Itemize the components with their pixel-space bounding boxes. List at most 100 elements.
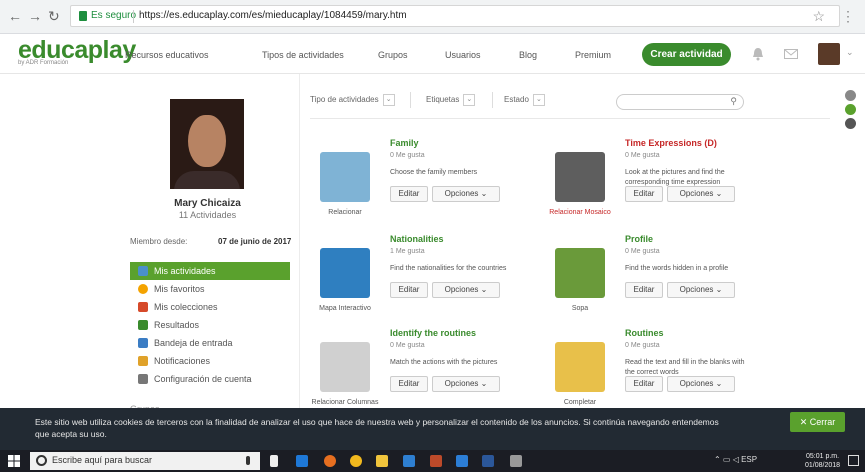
edit-button[interactable]: Editar [625,376,663,392]
activity-thumbnail[interactable] [555,342,605,392]
profile-activity-count[interactable]: 11 Actividades [150,210,265,220]
cookie-banner: Este sitio web utiliza cookies de tercer… [0,408,865,450]
activity-card: Relacionar Columnas Identify the routine… [310,328,540,418]
filter-divider [492,92,493,108]
options-button[interactable]: Opciones ⌄ [667,186,735,202]
activity-description: Match the actions with the pictures [390,359,498,366]
edit-button[interactable]: Editar [390,282,428,298]
notifications-bell-icon[interactable] [752,47,764,61]
taskbar-clock[interactable]: 05:01 p.m. 01/08/2018 [805,452,840,470]
options-button[interactable]: Opciones ⌄ [432,186,500,202]
create-activity-button[interactable]: Crear actividad [642,43,731,66]
options-button[interactable]: Opciones ⌄ [432,282,500,298]
filter-label: Etiquetas [426,95,460,104]
cookie-text: Este sitio web utiliza cookies de tercer… [35,417,719,439]
address-bar[interactable]: Es seguro https://es.educaplay.com/es/mi… [70,5,840,27]
nav-groups[interactable]: Grupos [378,50,408,60]
nav-premium[interactable]: Premium [575,50,611,60]
options-button[interactable]: Opciones ⌄ [667,376,735,392]
nav-resources[interactable]: Recursos educativos [125,50,209,60]
microphone-icon[interactable] [246,456,250,465]
search-input[interactable]: ⚲ [616,94,744,110]
activity-thumbnail[interactable] [555,152,605,202]
activity-thumbnail[interactable] [320,342,370,392]
nav-users[interactable]: Usuarios [445,50,481,60]
bookmark-star-icon[interactable]: ☆ [812,8,825,25]
store-icon[interactable] [403,455,415,467]
menu-label: Bandeja de entrada [154,338,233,348]
activity-likes: 1 Me gusta [390,248,425,255]
activity-title[interactable]: Nationalities [390,234,444,244]
activity-description: Find the nationalities for the countries [390,265,507,272]
side-refresh-icon[interactable] [845,104,856,115]
edit-button[interactable]: Editar [390,376,428,392]
task-view-icon[interactable] [270,455,278,467]
edge-icon[interactable] [296,455,308,467]
system-tray[interactable]: ⌃ ▭ ◁ ESP [714,455,757,464]
menu-account-settings[interactable]: Configuración de cuenta [130,370,290,388]
menu-my-activities[interactable]: Mis actividades [130,262,290,280]
menu-notifications[interactable]: Notificaciones [130,352,290,370]
filter-tags[interactable]: Etiquetas ⌄ [426,90,476,110]
action-center-icon[interactable] [848,455,859,466]
back-icon[interactable]: ← [8,9,22,23]
wrench-icon [138,374,148,384]
menu-inbox[interactable]: Bandeja de entrada [130,334,290,352]
app-icon[interactable] [510,455,522,467]
divider [310,118,830,119]
url-text[interactable]: https://es.educaplay.com/es/mieducaplay/… [139,10,407,21]
taskbar-search-input[interactable]: Escribe aquí para buscar [30,452,260,470]
filter-activity-type[interactable]: Tipo de actividades ⌄ [310,90,395,110]
profile-sidebar: Mary Chicaiza 11 Actividades Miembro des… [0,74,300,414]
chevron-down-icon[interactable]: ⌄ [846,47,854,58]
activity-thumbnail[interactable] [320,152,370,202]
options-button[interactable]: Opciones ⌄ [432,376,500,392]
nav-activity-types[interactable]: Tipos de actividades [262,50,344,60]
edit-button[interactable]: Editar [390,186,428,202]
user-avatar[interactable] [818,43,840,65]
activity-description: Look at the pictures and find the corres… [625,169,725,186]
edit-button[interactable]: Editar [625,186,663,202]
mail-app-icon[interactable] [456,455,468,467]
menu-collections[interactable]: Mis colecciones [130,298,290,316]
cookie-close-button[interactable]: ✕ Cerrar [790,412,845,432]
filter-state[interactable]: Estado ⌄ [504,90,545,110]
activity-card: Mapa Interactivo Nationalities 1 Me gust… [310,234,540,324]
nav-blog[interactable]: Blog [519,50,537,60]
activity-title[interactable]: Family [390,138,419,148]
search-icon[interactable]: ⚲ [730,96,737,107]
firefox-icon[interactable] [324,455,336,467]
activity-card: Sopa Profile 0 Me gusta Find the words h… [545,234,775,324]
windows-start-icon[interactable] [8,455,20,467]
menu-favorites[interactable]: Mis favoritos [130,280,290,298]
site-header: educaplay by ADR Formación Recursos educ… [0,34,865,74]
options-button[interactable]: Opciones ⌄ [667,282,735,298]
mail-icon[interactable] [784,49,798,59]
word-icon[interactable] [482,455,494,467]
activity-description: Choose the family members [390,169,478,176]
activity-title[interactable]: Routines [625,328,664,338]
educaplay-logo[interactable]: educaplay by ADR Formación [18,38,136,67]
activity-title[interactable]: Time Expressions (D) [625,138,717,148]
file-explorer-icon[interactable] [376,455,388,467]
menu-results[interactable]: Resultados [130,316,290,334]
profile-name: Mary Chicaiza [174,198,241,209]
forward-icon[interactable]: → [28,9,42,23]
app-icon[interactable] [430,455,442,467]
activity-title[interactable]: Profile [625,234,653,244]
edit-button[interactable]: Editar [625,282,663,298]
reload-icon[interactable]: ↻ [48,9,60,23]
side-action-icon[interactable] [845,90,856,101]
activity-type-label: Relacionar Mosaico [549,209,611,216]
activity-likes: 0 Me gusta [625,248,660,255]
activity-thumbnail[interactable] [555,248,605,298]
chrome-icon[interactable] [350,455,362,467]
activity-thumbnail[interactable] [320,248,370,298]
side-next-icon[interactable] [845,118,856,129]
options-label: Opciones [679,379,714,388]
activities-panel: Tipo de actividades ⌄ Etiquetas ⌄ Estado ⌄ … [300,74,840,408]
browser-menu-icon[interactable]: ⋮ [841,8,855,25]
options-label: Opciones [444,379,479,388]
activity-title[interactable]: Identify the routines [390,328,476,338]
activity-likes: 0 Me gusta [625,152,660,159]
